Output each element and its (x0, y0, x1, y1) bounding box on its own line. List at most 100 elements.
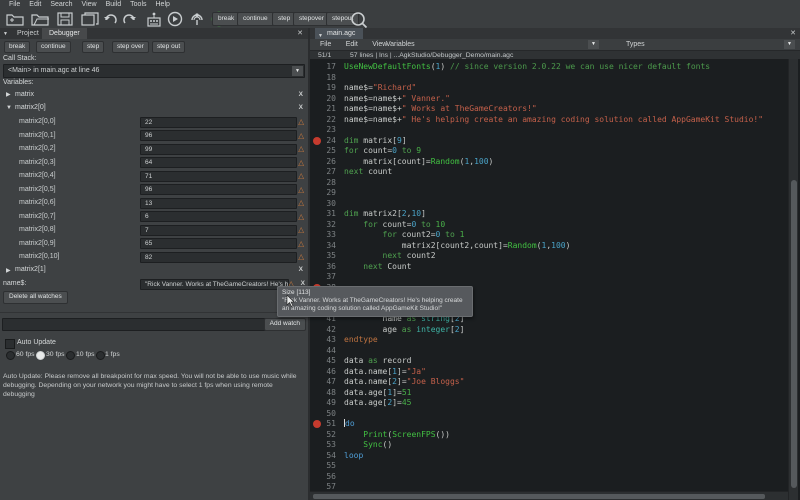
watch-triangle-icon[interactable]: △ (298, 185, 304, 194)
watch-triangle-icon[interactable]: △ (298, 212, 304, 221)
fps-radio-1-fps[interactable] (96, 351, 105, 360)
new-project-icon[interactable] (5, 11, 25, 27)
code-line[interactable]: 19name$="Richard" (312, 83, 788, 94)
code-line[interactable]: 17UseNewDefaultFonts(1) // since version… (312, 62, 788, 73)
line-number[interactable]: 25 (312, 146, 336, 157)
undo-icon[interactable] (103, 11, 119, 27)
line-number[interactable]: 31 (312, 209, 336, 220)
line-number[interactable]: 45 (312, 356, 336, 367)
broadcast-icon[interactable] (144, 11, 164, 27)
line-number[interactable]: 22 (312, 115, 336, 126)
line-number[interactable]: 42 (312, 325, 336, 336)
line-number[interactable]: 18 (312, 73, 336, 84)
code-line[interactable]: 22name$=name$+" He's helping create an a… (312, 115, 788, 126)
line-number[interactable]: 49 (312, 398, 336, 409)
types-dropdown[interactable]: Types (626, 39, 645, 50)
code-line[interactable]: 47data.name[2]="Joe Bloggs" (312, 377, 788, 388)
watch-triangle-icon[interactable]: △ (298, 225, 304, 234)
var-value[interactable]: 7 (140, 225, 297, 236)
fps-radio-60-fps[interactable] (6, 351, 15, 360)
remove-var-button[interactable]: X (299, 91, 303, 98)
line-number[interactable]: 28 (312, 178, 336, 189)
panel-dropdown-icon[interactable]: ▼ (3, 31, 8, 37)
code-line[interactable]: 49data.age[2]=45 (312, 398, 788, 409)
code-editor[interactable]: 17UseNewDefaultFonts(1) // since version… (310, 60, 800, 500)
remove-var-button[interactable]: X (299, 104, 303, 111)
code-line[interactable]: 31dim matrix2[2,10] (312, 209, 788, 220)
tab-main-agc[interactable]: ▼ main.agc (315, 28, 363, 39)
watch-triangle-icon[interactable]: △ (298, 117, 304, 126)
code-line[interactable]: 44 (312, 346, 788, 357)
watch-triangle-icon[interactable]: △ (298, 239, 304, 248)
toolbar-stepover-button[interactable]: stepover (293, 12, 330, 26)
line-number[interactable]: 36 (312, 262, 336, 273)
watch-triangle-icon[interactable]: △ (298, 131, 304, 140)
watch-triangle-icon[interactable]: △ (298, 158, 304, 167)
line-number[interactable]: 54 (312, 451, 336, 462)
code-line[interactable]: 28 (312, 178, 788, 189)
code-line[interactable]: 20name$=name$+" Vanner." (312, 94, 788, 105)
menu-edit[interactable]: Edit (29, 0, 41, 10)
expand-icon[interactable]: ▶ (6, 267, 11, 274)
line-number[interactable]: 24 (312, 136, 336, 147)
var-value[interactable]: 96 (140, 184, 297, 195)
code-line[interactable]: 21name$=name$+" Works at TheGameCreators… (312, 104, 788, 115)
code-line[interactable]: 56 (312, 472, 788, 483)
variables-dropdown-arrow-icon[interactable]: ▼ (588, 40, 599, 49)
code-line[interactable]: 24dim matrix[9] (312, 136, 788, 147)
line-number[interactable]: 46 (312, 367, 336, 378)
save-all-icon[interactable] (80, 11, 100, 27)
line-number[interactable]: 55 (312, 461, 336, 472)
line-number[interactable]: 19 (312, 83, 336, 94)
code-line[interactable]: 30 (312, 199, 788, 210)
var-value[interactable]: 82 (140, 252, 297, 263)
line-number[interactable]: 30 (312, 199, 336, 210)
debugger-step-out-button[interactable]: step out (152, 41, 185, 53)
var-value[interactable]: 96 (140, 130, 297, 141)
editor-menu-file[interactable]: File (320, 39, 331, 50)
open-project-icon[interactable] (30, 11, 50, 27)
code-line[interactable]: 55 (312, 461, 788, 472)
fps-radio-10-fps[interactable] (66, 351, 75, 360)
line-number[interactable]: 34 (312, 241, 336, 252)
run-icon[interactable] (166, 11, 184, 27)
menu-tools[interactable]: Tools (130, 0, 146, 10)
code-line[interactable]: 53 Sync() (312, 440, 788, 451)
line-number[interactable]: 21 (312, 104, 336, 115)
chevron-down-icon[interactable]: ▼ (292, 66, 303, 76)
tab-debugger[interactable]: Debugger (42, 28, 87, 39)
debugger-step-button[interactable]: step (82, 41, 104, 53)
menu-file[interactable]: File (9, 0, 20, 10)
line-number[interactable]: 51 (312, 419, 336, 430)
line-number[interactable]: 43 (312, 335, 336, 346)
line-number[interactable]: 52 (312, 430, 336, 441)
expand-icon[interactable]: ▶ (6, 91, 11, 98)
var-value[interactable]: 6 (140, 211, 297, 222)
code-line[interactable]: 51do (312, 419, 788, 430)
code-line[interactable]: 25for count=0 to 9 (312, 146, 788, 157)
watch-triangle-icon[interactable]: △ (298, 144, 304, 153)
collapse-icon[interactable]: ▼ (6, 105, 12, 111)
var-value[interactable]: 64 (140, 157, 297, 168)
code-line[interactable]: 42 age as integer[2] (312, 325, 788, 336)
line-number[interactable]: 27 (312, 167, 336, 178)
line-number[interactable]: 23 (312, 125, 336, 136)
line-number[interactable]: 44 (312, 346, 336, 357)
code-line[interactable]: 26 matrix[count]=Random(1,100) (312, 157, 788, 168)
code-line[interactable]: 50 (312, 409, 788, 420)
watch-triangle-icon[interactable]: △ (298, 198, 304, 207)
code-line[interactable]: 45data as record (312, 356, 788, 367)
add-watch-button[interactable]: Add watch (264, 318, 306, 331)
horizontal-scrollbar[interactable] (310, 491, 788, 500)
watch-input[interactable] (2, 318, 274, 331)
var-value[interactable]: 22 (140, 117, 297, 128)
line-number[interactable]: 35 (312, 251, 336, 262)
delete-all-watches-button[interactable]: Delete all watches (3, 291, 68, 304)
watch-triangle-icon[interactable]: △ (298, 171, 304, 180)
line-number[interactable]: 33 (312, 230, 336, 241)
variables-dropdown[interactable]: Variables (386, 39, 415, 50)
code-line[interactable]: 46data.name[1]="Ja" (312, 367, 788, 378)
var-value[interactable]: "Rick Vanner. Works at TheGameCreators! … (140, 279, 289, 290)
menu-view[interactable]: View (82, 0, 97, 10)
code-line[interactable]: 54loop (312, 451, 788, 462)
